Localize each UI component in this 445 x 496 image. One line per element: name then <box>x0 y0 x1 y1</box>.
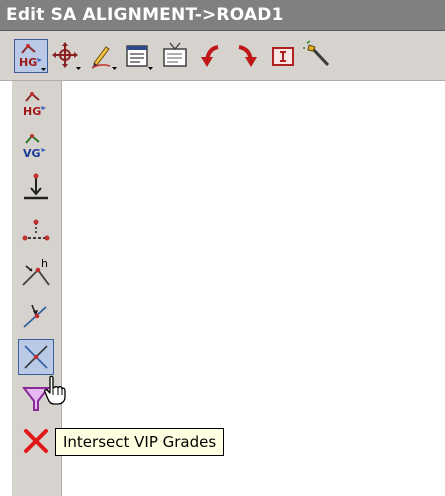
vg-item[interactable]: VG <box>18 129 54 165</box>
tooltip: Intersect VIP Grades <box>55 428 225 456</box>
tv-view-button[interactable] <box>158 39 192 73</box>
mouse-cursor <box>44 375 66 409</box>
move-icon <box>52 42 81 70</box>
tv-view-icon <box>163 42 187 67</box>
property-sheet-button[interactable] <box>122 39 156 73</box>
insert-vip-item[interactable] <box>18 171 54 207</box>
pencil-button[interactable] <box>86 39 120 73</box>
insert-vip-icon <box>24 173 48 200</box>
redo-button[interactable] <box>230 39 264 73</box>
close-icon <box>24 429 48 453</box>
hg-edit-icon: HG <box>19 44 46 71</box>
hg-item[interactable]: HG <box>18 87 54 123</box>
wand-icon <box>303 40 330 67</box>
svg-text:h: h <box>41 257 48 270</box>
intersect-h-icon: h <box>22 257 50 286</box>
intersect-h-item[interactable]: h <box>18 255 54 291</box>
window-titlebar[interactable]: Edit SA ALIGNMENT->ROAD1 <box>0 0 445 31</box>
pencil-icon <box>91 46 117 70</box>
info-button[interactable] <box>266 39 300 73</box>
move-button[interactable] <box>50 39 84 73</box>
undo-button[interactable] <box>194 39 228 73</box>
hg-edit-button[interactable]: HG <box>14 39 48 73</box>
hand-pointer-icon <box>44 375 66 405</box>
close-item[interactable] <box>18 423 54 459</box>
toolbar: HG <box>0 31 445 81</box>
hg-icon: HG <box>23 92 46 118</box>
intersect-point-item[interactable] <box>18 297 54 333</box>
delete-vip-item[interactable] <box>18 213 54 249</box>
info-icon <box>272 47 294 66</box>
window-title: Edit SA ALIGNMENT->ROAD1 <box>6 5 284 25</box>
intersect-vip-grades-icon <box>24 345 48 369</box>
intersect-vip-grades-item[interactable] <box>18 339 54 375</box>
svg-text:HG: HG <box>19 56 37 69</box>
vg-icon: VG <box>23 134 46 160</box>
property-sheet-icon <box>126 45 153 70</box>
delete-vip-icon <box>22 219 50 241</box>
redo-arrow-icon <box>238 45 257 67</box>
intersect-point-icon <box>23 304 47 328</box>
wand-button[interactable] <box>302 39 336 73</box>
svg-text:VG: VG <box>23 147 41 160</box>
undo-arrow-icon <box>201 45 219 67</box>
svg-text:HG: HG <box>23 105 41 118</box>
